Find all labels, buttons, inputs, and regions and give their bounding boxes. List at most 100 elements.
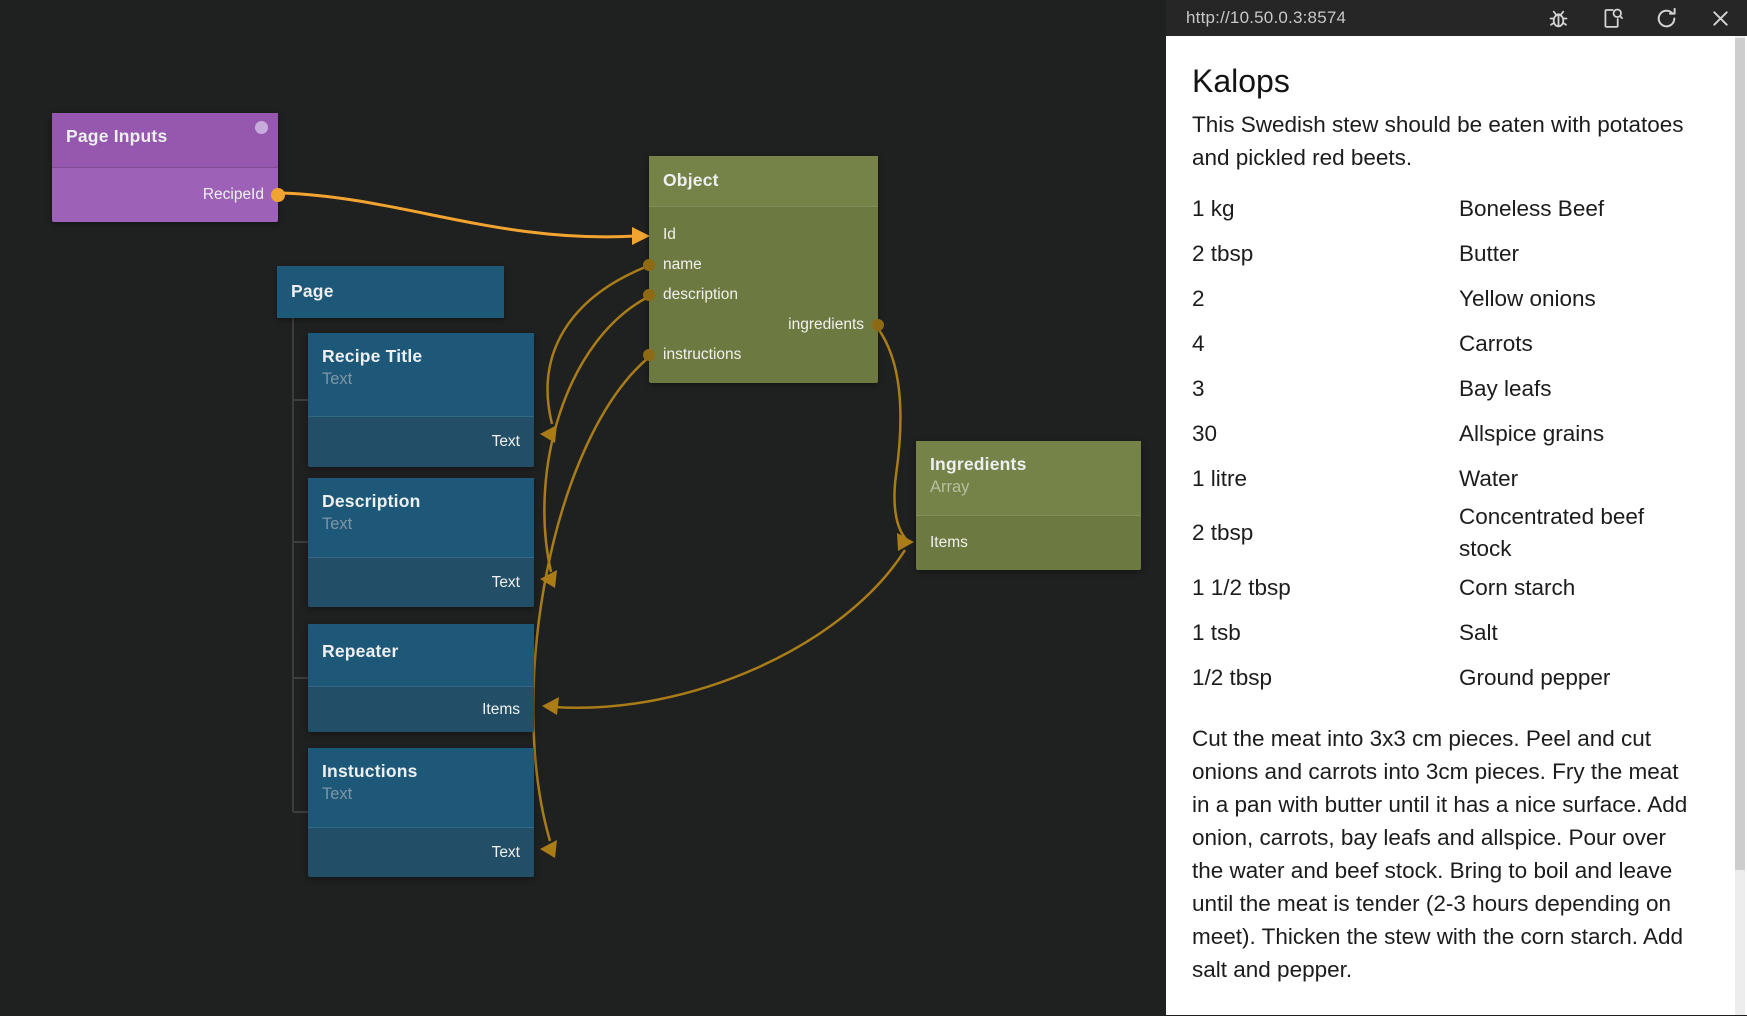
node-title: Instuctions bbox=[322, 761, 520, 782]
ingredient-name: Bay leafs bbox=[1459, 373, 1700, 405]
port-label: description bbox=[663, 286, 738, 304]
node-title: Recipe Title bbox=[322, 346, 520, 367]
ingredient-qty: 3 bbox=[1192, 373, 1459, 405]
recipe-instructions: Cut the meat into 3x3 cm pieces. Peel an… bbox=[1192, 722, 1700, 986]
ingredient-qty: 1 tsb bbox=[1192, 617, 1459, 649]
port-label: Items bbox=[930, 534, 968, 552]
node-title: Ingredients bbox=[930, 454, 1127, 475]
node-page-inputs[interactable]: Page Inputs RecipeId bbox=[52, 113, 278, 222]
preview-panel: http://10.50.0.3:8574 bbox=[1166, 0, 1747, 1015]
hierarchy-lines bbox=[293, 318, 308, 812]
recipe-heading: Kalops bbox=[1192, 62, 1700, 100]
ingredient-list: 1 kg Boneless Beef 2 tbsp Butter 2 Yello… bbox=[1192, 186, 1700, 700]
node-instuctions[interactable]: Instuctions Text Text bbox=[308, 748, 534, 877]
output-port-dot[interactable] bbox=[271, 188, 285, 202]
node-title: Repeater bbox=[322, 641, 520, 662]
scrollbar-track[interactable] bbox=[1735, 36, 1745, 1015]
ingredient-row: 1 tsb Salt bbox=[1192, 610, 1700, 655]
node-description[interactable]: Description Text Text bbox=[308, 478, 534, 607]
ingredient-name: Ground pepper bbox=[1459, 662, 1700, 694]
wire-description-to-description bbox=[544, 297, 648, 572]
ingredient-row: 30 Allspice grains bbox=[1192, 411, 1700, 456]
ingredient-row: 1 1/2 tbsp Corn starch bbox=[1192, 565, 1700, 610]
port-label: ingredients bbox=[788, 316, 864, 334]
ingredient-qty: 2 tbsp bbox=[1192, 238, 1459, 270]
debug-button[interactable] bbox=[1546, 6, 1571, 31]
ingredient-row: 2 Yellow onions bbox=[1192, 276, 1700, 321]
ingredient-qty: 30 bbox=[1192, 418, 1459, 450]
port-label: Items bbox=[482, 701, 520, 719]
ingredient-qty: 2 bbox=[1192, 283, 1459, 315]
preview-url: http://10.50.0.3:8574 bbox=[1186, 8, 1346, 28]
port-name[interactable]: name bbox=[649, 250, 878, 280]
ingredient-name: Water bbox=[1459, 463, 1700, 495]
node-title: Page Inputs bbox=[66, 126, 264, 147]
preview-content: Kalops This Swedish stew should be eaten… bbox=[1166, 36, 1747, 1016]
port-text-input[interactable]: Text bbox=[308, 417, 534, 467]
port-items[interactable]: Items bbox=[916, 516, 1141, 570]
ingredient-name: Yellow onions bbox=[1459, 283, 1700, 315]
wire-recipeid-to-id bbox=[282, 193, 636, 237]
debug-icon bbox=[1546, 6, 1571, 31]
ingredient-qty: 1 1/2 tbsp bbox=[1192, 572, 1459, 604]
wire-ingredients-to-array bbox=[879, 330, 906, 539]
ingredient-name: Salt bbox=[1459, 617, 1700, 649]
node-repeater[interactable]: Repeater Items bbox=[308, 624, 534, 732]
node-title: Page bbox=[291, 281, 490, 302]
node-canvas[interactable]: Page Inputs RecipeId Page Recipe Title T… bbox=[0, 0, 1166, 1015]
inspect-icon bbox=[1600, 6, 1625, 31]
node-subtitle: Array bbox=[930, 478, 1127, 497]
close-button[interactable] bbox=[1708, 6, 1733, 31]
scrollbar-thumb[interactable] bbox=[1735, 38, 1745, 870]
recipe-description: This Swedish stew should be eaten with p… bbox=[1192, 108, 1700, 174]
ingredient-name: Boneless Beef bbox=[1459, 193, 1700, 225]
refresh-icon bbox=[1654, 6, 1679, 31]
ingredient-row: 4 Carrots bbox=[1192, 321, 1700, 366]
port-label: Text bbox=[492, 844, 520, 862]
node-status-dot bbox=[255, 121, 268, 134]
port-label: Id bbox=[663, 226, 676, 244]
node-subtitle: Text bbox=[322, 785, 520, 804]
port-text-input[interactable]: Text bbox=[308, 828, 534, 877]
node-recipe-title[interactable]: Recipe Title Text Text bbox=[308, 333, 534, 467]
node-subtitle: Text bbox=[322, 370, 520, 389]
ingredient-row: 2 tbsp Concentrated beef stock bbox=[1192, 501, 1700, 565]
output-port-dot[interactable] bbox=[872, 319, 884, 331]
wire-array-to-repeater bbox=[554, 550, 905, 708]
ingredient-name: Corn starch bbox=[1459, 572, 1700, 604]
port-recipeid[interactable]: RecipeId bbox=[52, 168, 278, 222]
port-text-input[interactable]: Text bbox=[308, 558, 534, 607]
port-label: RecipeId bbox=[203, 186, 264, 204]
ingredient-qty: 1 litre bbox=[1192, 463, 1459, 495]
ingredient-row: 1 litre Water bbox=[1192, 456, 1700, 501]
node-title: Description bbox=[322, 491, 520, 512]
port-label: name bbox=[663, 256, 702, 274]
ingredient-row: 1/2 tbsp Ground pepper bbox=[1192, 655, 1700, 700]
port-instructions[interactable]: instructions bbox=[649, 340, 878, 370]
port-description[interactable]: description bbox=[649, 280, 878, 310]
ingredient-name: Concentrated beef stock bbox=[1459, 501, 1700, 565]
ingredient-name: Butter bbox=[1459, 238, 1700, 270]
wire-name-to-recipetitle bbox=[548, 266, 648, 424]
close-icon bbox=[1709, 7, 1732, 30]
input-port-dot[interactable] bbox=[643, 289, 655, 301]
ingredient-name: Carrots bbox=[1459, 328, 1700, 360]
ingredient-name: Allspice grains bbox=[1459, 418, 1700, 450]
port-label: Text bbox=[492, 433, 520, 451]
input-port-dot[interactable] bbox=[643, 349, 655, 361]
port-ingredients[interactable]: ingredients bbox=[649, 310, 878, 340]
refresh-button[interactable] bbox=[1654, 6, 1679, 31]
port-items-input[interactable]: Items bbox=[308, 687, 534, 732]
ingredient-qty: 1 kg bbox=[1192, 193, 1459, 225]
ingredient-qty: 2 tbsp bbox=[1192, 517, 1459, 549]
inspect-button[interactable] bbox=[1600, 6, 1625, 31]
input-port-dot[interactable] bbox=[643, 259, 655, 271]
preview-topbar: http://10.50.0.3:8574 bbox=[1166, 0, 1747, 36]
node-ingredients-array[interactable]: Ingredients Array Items bbox=[916, 441, 1141, 570]
node-subtitle: Text bbox=[322, 515, 520, 534]
node-object[interactable]: Object Id name description ingredients i… bbox=[649, 156, 878, 383]
ingredient-qty: 1/2 tbsp bbox=[1192, 662, 1459, 694]
port-id[interactable]: Id bbox=[649, 220, 878, 250]
port-label: Text bbox=[492, 574, 520, 592]
node-page[interactable]: Page bbox=[277, 266, 504, 318]
